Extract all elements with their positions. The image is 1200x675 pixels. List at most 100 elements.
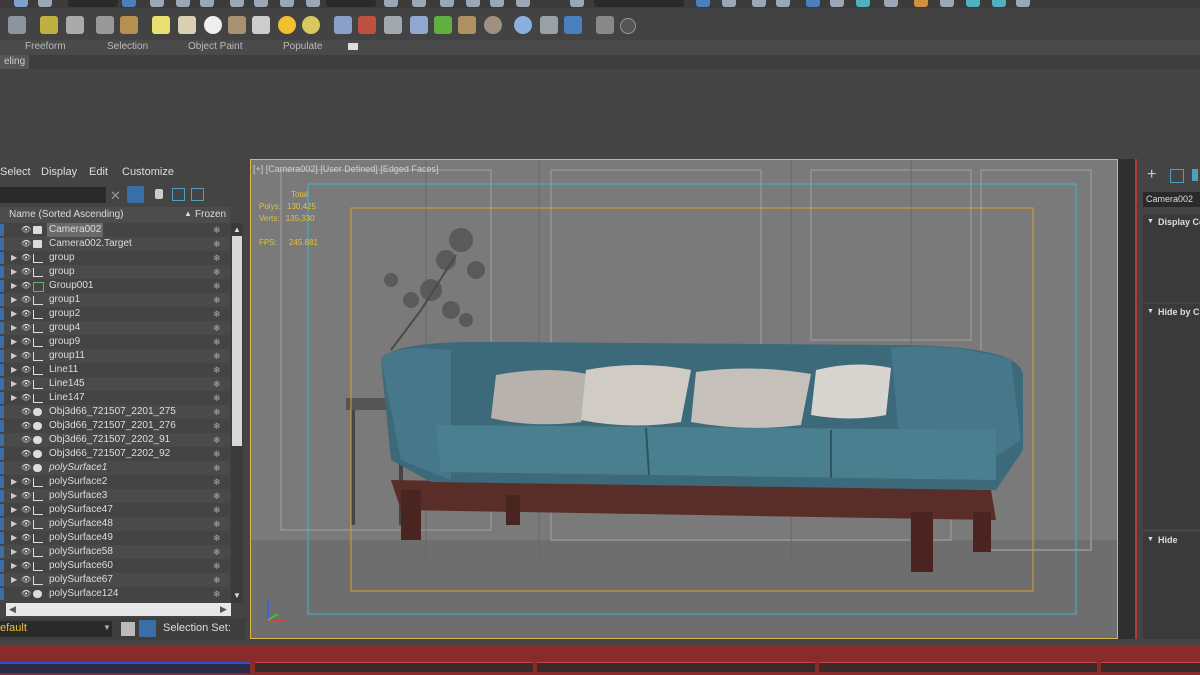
render-setup-icon[interactable] — [914, 0, 928, 7]
scroll-right-icon[interactable]: ▶ — [220, 604, 227, 615]
visibility-eye-icon[interactable]: 👁 — [21, 475, 31, 489]
list-item[interactable]: ▶ 👁 polySurface67 ❄ — [0, 573, 230, 587]
render-iterative-icon[interactable] — [992, 0, 1006, 7]
expand-arrow-icon[interactable]: ▶ — [11, 503, 17, 517]
window-settings-icon[interactable] — [540, 16, 558, 34]
ribbon-options-icon[interactable] — [348, 43, 358, 50]
visibility-eye-icon[interactable]: 👁 — [21, 447, 31, 461]
frozen-snowflake-icon[interactable]: ❄ — [213, 363, 221, 377]
selection-set-icon[interactable] — [139, 620, 156, 637]
frozen-snowflake-icon[interactable]: ❄ — [213, 405, 221, 419]
visibility-eye-icon[interactable]: 👁 — [21, 587, 31, 601]
dome-icon[interactable] — [178, 16, 196, 34]
frozen-snowflake-icon[interactable]: ❄ — [213, 531, 221, 545]
frozen-snowflake-icon[interactable]: ❄ — [213, 461, 221, 475]
hide-rollout[interactable]: ▼ Hide — [1143, 532, 1200, 639]
frozen-snowflake-icon[interactable]: ❄ — [213, 321, 221, 335]
mirror-icon[interactable] — [696, 0, 710, 7]
column-frozen[interactable]: Frozen — [195, 209, 226, 220]
snap-toggle-icon[interactable] — [466, 0, 480, 7]
sun-icon[interactable] — [278, 16, 296, 34]
hide-by-category-rollout[interactable]: ▼ Hide by C — [1143, 304, 1200, 529]
plane-icon[interactable] — [152, 16, 170, 34]
material-editor-icon[interactable] — [884, 0, 898, 7]
list-item[interactable]: ▶ 👁 group ❄ — [0, 265, 230, 279]
visibility-eye-icon[interactable]: 👁 — [21, 489, 31, 503]
menu-display[interactable]: Display — [41, 166, 77, 178]
visibility-eye-icon[interactable]: 👁 — [21, 517, 31, 531]
display-color-rollout[interactable]: ▼ Display Co — [1143, 214, 1200, 302]
expand-arrow-icon[interactable]: ▶ — [11, 335, 17, 349]
plant-icon[interactable] — [434, 16, 452, 34]
sky-icon[interactable] — [302, 16, 320, 34]
frozen-snowflake-icon[interactable]: ❄ — [213, 419, 221, 433]
visibility-eye-icon[interactable]: 👁 — [21, 391, 31, 405]
menu-edit[interactable]: Edit — [89, 166, 108, 178]
link-icon[interactable] — [14, 0, 28, 7]
list-item[interactable]: ▶ 👁 group2 ❄ — [0, 307, 230, 321]
toggle-scene-explorer-icon[interactable] — [752, 0, 766, 7]
visibility-eye-icon[interactable]: 👁 — [21, 559, 31, 573]
list-item[interactable]: ▶ 👁 polySurface58 ❄ — [0, 545, 230, 559]
list-item[interactable]: ▶ 👁 polySurface49 ❄ — [0, 531, 230, 545]
cone-icon[interactable] — [252, 16, 270, 34]
animal-icon[interactable] — [458, 16, 476, 34]
frozen-snowflake-icon[interactable]: ❄ — [213, 503, 221, 517]
scroll-down-icon[interactable]: ▼ — [233, 591, 241, 600]
create-tab-icon[interactable]: + — [1147, 166, 1156, 184]
tab-freeform[interactable]: Freeform — [25, 41, 66, 52]
list-item[interactable]: ▶ 👁 polySurface2 ❄ — [0, 475, 230, 489]
timeline-bar[interactable] — [0, 645, 1200, 675]
modeling-tab[interactable]: eling — [0, 55, 30, 69]
rotate-icon[interactable] — [254, 0, 268, 7]
scrollbar-thumb[interactable] — [232, 236, 242, 446]
list-item[interactable]: ▶ 👁 polySurface48 ❄ — [0, 517, 230, 531]
visibility-eye-icon[interactable]: 👁 — [21, 363, 31, 377]
expand-arrow-icon[interactable]: ▶ — [11, 265, 17, 279]
frozen-snowflake-icon[interactable]: ❄ — [213, 237, 221, 251]
visibility-eye-icon[interactable]: 👁 — [21, 377, 31, 391]
group-icon[interactable] — [120, 16, 138, 34]
frozen-snowflake-icon[interactable]: ❄ — [213, 251, 221, 265]
clear-search-icon[interactable]: ✕ — [110, 188, 121, 204]
visibility-eye-icon[interactable]: 👁 — [21, 405, 31, 419]
filter-dropdown[interactable] — [68, 0, 118, 7]
visibility-eye-icon[interactable]: 👁 — [21, 503, 31, 517]
frozen-snowflake-icon[interactable]: ❄ — [213, 377, 221, 391]
visibility-eye-icon[interactable]: 👁 — [21, 545, 31, 559]
particle-icon[interactable] — [358, 16, 376, 34]
tab-object-paint[interactable]: Object Paint — [188, 41, 242, 52]
rectangle-region-icon[interactable] — [176, 0, 190, 7]
frozen-snowflake-icon[interactable]: ❄ — [213, 447, 221, 461]
hierarchy-collapse-icon[interactable] — [191, 188, 204, 201]
scale-icon[interactable] — [280, 0, 294, 7]
keyboard-shortcut-icon[interactable] — [440, 0, 454, 7]
viewport-label[interactable]: [+] [Camera002] [User Defined] [Edged Fa… — [253, 164, 438, 174]
expand-arrow-icon[interactable]: ▶ — [11, 321, 17, 335]
layer-dropdown[interactable]: efault ▼ — [0, 621, 112, 637]
menu-customize[interactable]: Customize — [122, 166, 174, 178]
hierarchy-tab-icon[interactable] — [1192, 169, 1198, 181]
angle-snap-icon[interactable] — [490, 0, 504, 7]
expand-arrow-icon[interactable]: ▶ — [11, 545, 17, 559]
hierarchy-icon[interactable] — [172, 188, 185, 201]
unlink-icon[interactable] — [38, 0, 52, 7]
expand-arrow-icon[interactable]: ▶ — [11, 307, 17, 321]
move-icon[interactable] — [230, 0, 244, 7]
render-production-icon[interactable] — [966, 0, 980, 7]
sphere-icon[interactable] — [204, 16, 222, 34]
window-crossing-icon[interactable] — [200, 0, 214, 7]
menu-select[interactable]: Select — [0, 166, 31, 178]
expand-arrow-icon[interactable]: ▶ — [11, 363, 17, 377]
list-item[interactable]: 👁 polySurface1 ❄ — [0, 461, 230, 475]
layers-icon[interactable] — [121, 622, 135, 636]
reference-coord-dropdown[interactable] — [326, 0, 376, 7]
list-item[interactable]: ▶ 👁 Group001 ❄ — [0, 279, 230, 293]
visibility-eye-icon[interactable]: 👁 — [21, 433, 31, 447]
headphones-icon[interactable] — [66, 16, 84, 34]
edit-named-sets-icon[interactable] — [570, 0, 584, 7]
expand-arrow-icon[interactable]: ▶ — [11, 349, 17, 363]
calculator-icon[interactable] — [8, 16, 26, 34]
expand-arrow-icon[interactable]: ▶ — [11, 279, 17, 293]
scroll-up-icon[interactable]: ▲ — [233, 225, 241, 234]
